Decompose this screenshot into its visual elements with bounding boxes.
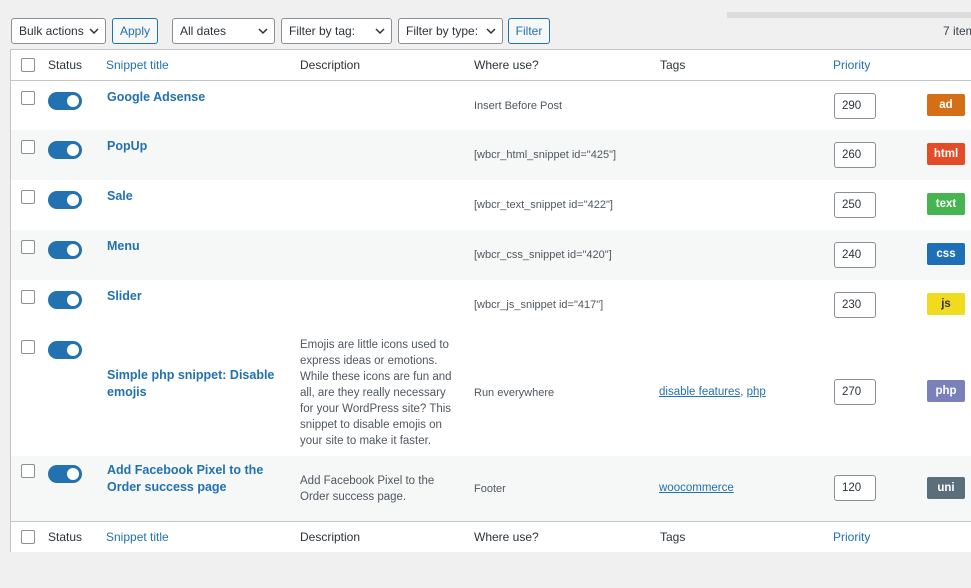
row-checkbox[interactable]	[21, 140, 35, 154]
snippet-title[interactable]: Simple php snippet: Disable emojis	[107, 367, 292, 401]
row-checkbox[interactable]	[21, 190, 35, 204]
tag-filter-label: Filter by tag:	[289, 24, 356, 38]
column-status: Status	[48, 58, 83, 72]
where-use: [wbcr_html_snippet id="425"]	[474, 149, 617, 161]
priority-input[interactable]: 240	[834, 242, 876, 268]
snippets-table: Status Snippet title Description Where u…	[10, 49, 971, 552]
row-checkbox[interactable]	[21, 240, 35, 254]
column-where: Where use?	[474, 530, 539, 544]
status-toggle[interactable]	[48, 291, 82, 309]
date-filter-label: All dates	[180, 24, 227, 38]
tablenav-top: Bulk actions Apply All dates Filter by t…	[0, 0, 971, 50]
status-toggle[interactable]	[48, 341, 82, 359]
tag-link[interactable]: disable features	[659, 386, 740, 398]
snippet-title[interactable]: Menu	[107, 238, 292, 255]
snippet-title[interactable]: Google Adsense	[107, 89, 292, 106]
column-tags: Tags	[660, 530, 686, 544]
apply-button[interactable]: Apply	[112, 18, 158, 44]
table-row: Menu [wbcr_css_snippet id="420"] 240 css	[11, 230, 971, 280]
priority-input[interactable]: 290	[834, 93, 876, 119]
chevron-down-icon	[89, 28, 99, 35]
row-checkbox[interactable]	[21, 340, 35, 354]
column-title[interactable]: Snippet title	[106, 522, 169, 553]
tag-link[interactable]: woocommerce	[659, 482, 734, 494]
column-tags: Tags	[660, 58, 686, 72]
row-checkbox[interactable]	[21, 464, 35, 478]
type-badge: html	[927, 143, 965, 165]
where-use: [wbcr_text_snippet id="422"]	[474, 199, 613, 211]
date-filter-select[interactable]: All dates	[172, 18, 275, 44]
type-badge: uni	[927, 477, 965, 499]
column-where: Where use?	[474, 58, 539, 72]
column-status: Status	[48, 530, 83, 544]
table-row: Add Facebook Pixel to the Order success …	[11, 456, 971, 521]
snippet-description: Add Facebook Pixel to the Order success …	[300, 475, 435, 503]
select-all-checkbox[interactable]	[21, 58, 35, 72]
where-use: [wbcr_js_snippet id="417"]	[474, 299, 604, 311]
type-filter-select[interactable]: Filter by type:	[398, 18, 503, 44]
column-priority[interactable]: Priority	[833, 522, 870, 553]
where-use: [wbcr_css_snippet id="420"]	[474, 249, 612, 261]
bulk-actions-select[interactable]: Bulk actions	[11, 18, 106, 44]
table-footer: Status Snippet title Description Where u…	[11, 521, 971, 552]
table-row: Google Adsense Insert Before Post 290 ad	[11, 81, 971, 130]
priority-input[interactable]: 260	[834, 142, 876, 168]
row-checkbox[interactable]	[21, 91, 35, 105]
type-badge: js	[927, 293, 965, 315]
table-row: Slider [wbcr_js_snippet id="417"] 230 js	[11, 280, 971, 330]
where-use: Run everywhere	[474, 387, 555, 399]
column-description: Description	[300, 530, 361, 544]
snippet-title[interactable]: PopUp	[107, 138, 292, 155]
status-toggle[interactable]	[48, 141, 82, 159]
table-header: Status Snippet title Description Where u…	[11, 50, 971, 81]
type-filter-label: Filter by type:	[406, 24, 479, 38]
top-scrollbar[interactable]	[727, 12, 971, 18]
table-row: Simple php snippet: Disable emojis Emoji…	[11, 330, 971, 456]
select-all-checkbox-footer[interactable]	[21, 530, 35, 544]
priority-input[interactable]: 230	[834, 292, 876, 318]
chevron-down-icon	[258, 28, 268, 35]
snippet-title[interactable]: Sale	[107, 188, 292, 205]
where-use: Insert Before Post	[474, 100, 563, 112]
priority-input[interactable]: 270	[834, 379, 876, 405]
tag-filter-select[interactable]: Filter by tag:	[281, 18, 392, 44]
where-use: Footer	[474, 483, 506, 495]
tag-list: disable features, php	[659, 386, 766, 398]
status-toggle[interactable]	[48, 191, 82, 209]
status-toggle[interactable]	[48, 465, 82, 483]
table-row: PopUp [wbcr_html_snippet id="425"] 260 h…	[11, 130, 971, 180]
type-badge: css	[927, 243, 965, 265]
snippet-description: Emojis are little icons used to express …	[300, 339, 452, 447]
chevron-down-icon	[375, 28, 385, 35]
column-description: Description	[300, 58, 361, 72]
type-badge: php	[927, 380, 965, 402]
snippet-title[interactable]: Add Facebook Pixel to the Order success …	[107, 462, 292, 496]
items-count: 7 items	[943, 24, 971, 38]
tag-link[interactable]: php	[747, 386, 766, 398]
chevron-down-icon	[486, 28, 496, 35]
column-title[interactable]: Snippet title	[106, 50, 169, 81]
type-badge: text	[927, 193, 965, 215]
type-badge: ad	[927, 94, 965, 116]
filter-button[interactable]: Filter	[508, 18, 550, 44]
column-priority[interactable]: Priority	[833, 50, 870, 81]
tag-list: woocommerce	[659, 482, 734, 494]
status-toggle[interactable]	[48, 92, 82, 110]
snippet-title[interactable]: Slider	[107, 288, 292, 305]
row-checkbox[interactable]	[21, 290, 35, 304]
table-row: Sale [wbcr_text_snippet id="422"] 250 te…	[11, 180, 971, 230]
bulk-actions-label: Bulk actions	[19, 24, 84, 38]
priority-input[interactable]: 120	[834, 475, 876, 501]
priority-input[interactable]: 250	[834, 192, 876, 218]
status-toggle[interactable]	[48, 241, 82, 259]
